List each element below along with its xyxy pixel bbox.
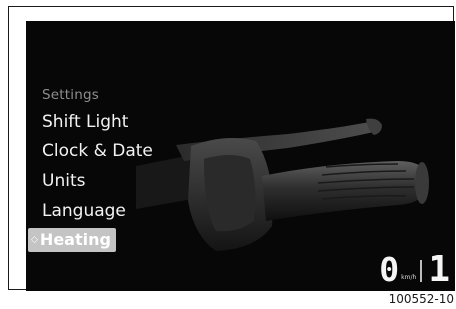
menu-item-clock-date[interactable]: Clock & Date	[42, 139, 153, 163]
menu-item-shift-light[interactable]: Shift Light	[42, 110, 128, 134]
menu-header: Settings	[42, 87, 99, 103]
menu-item-language[interactable]: Language	[42, 199, 126, 223]
speed-readout: 0	[379, 250, 399, 289]
figure-frame: Settings Shift Light Clock & Date Units …	[8, 6, 455, 291]
gear-indicator: 1	[428, 249, 450, 290]
menu-item-heating[interactable]: ◇ Heating	[28, 228, 116, 252]
menu-item-label: Units	[42, 171, 86, 191]
selection-diamond-icon: ◇	[31, 234, 38, 245]
status-hud: 0 km/h 1	[379, 249, 450, 290]
dashboard-display: Settings Shift Light Clock & Date Units …	[26, 21, 455, 291]
menu-item-label: Shift Light	[42, 112, 129, 132]
menu-item-label: Language	[42, 201, 126, 221]
hud-divider	[420, 260, 423, 282]
menu-item-units[interactable]: Units	[42, 169, 85, 193]
speed-unit-label: km/h	[401, 274, 417, 281]
menu-item-label: Clock & Date	[42, 141, 153, 161]
figure-id-label: 100552-10	[388, 292, 454, 306]
menu-item-label: Heating	[39, 230, 111, 249]
